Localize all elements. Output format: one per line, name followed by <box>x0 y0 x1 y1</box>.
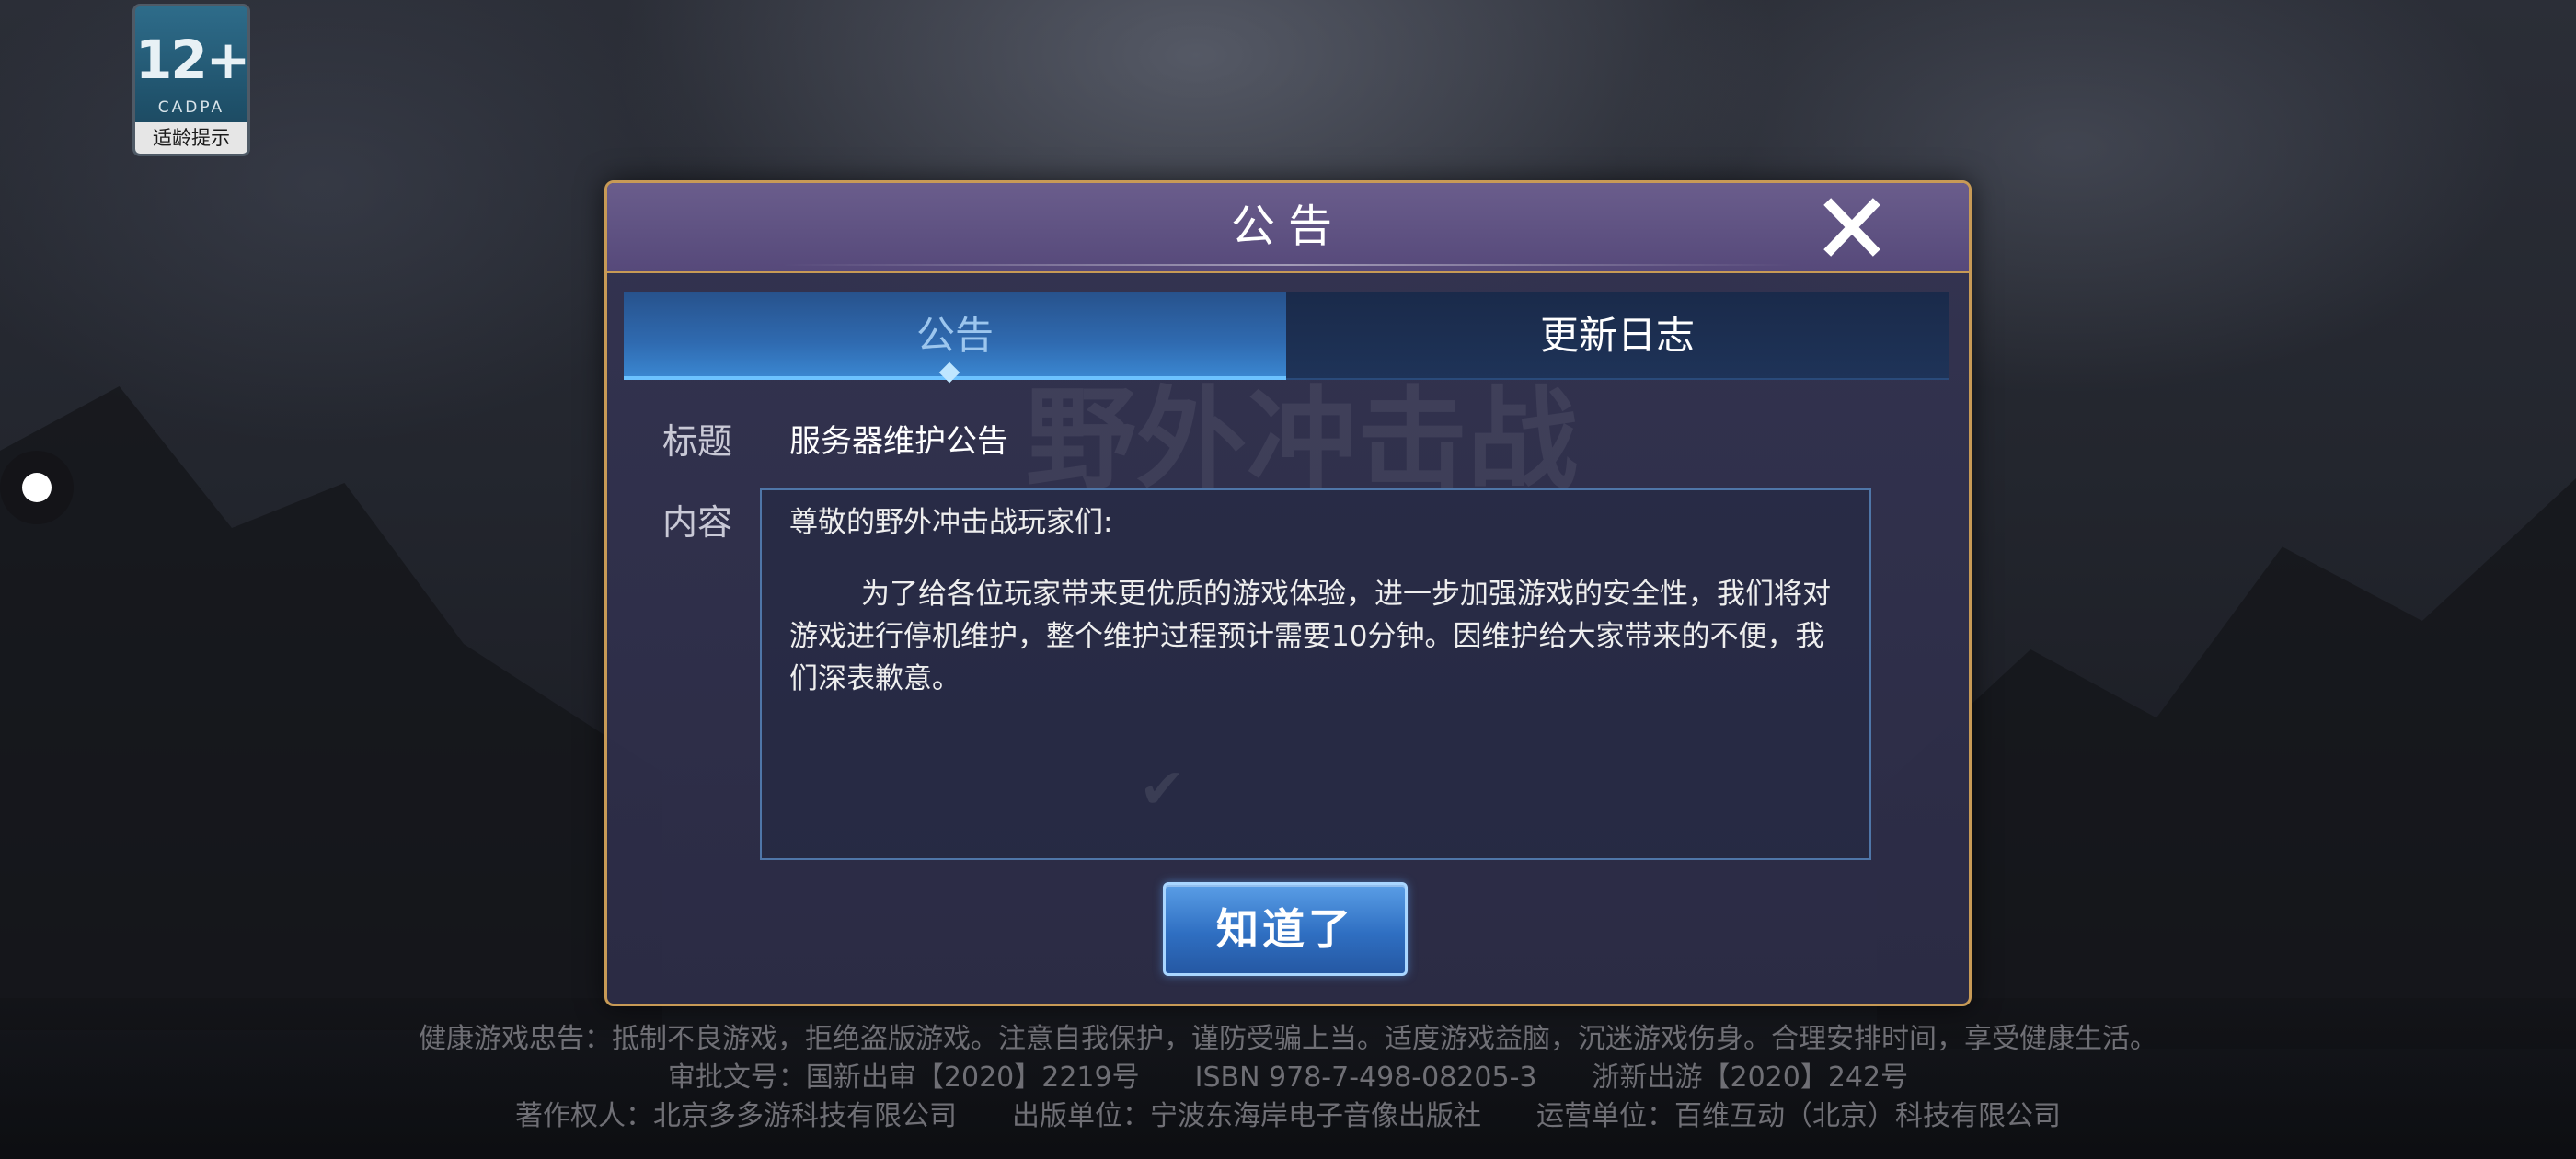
close-button[interactable] <box>1818 196 1886 260</box>
background-cliff-right <box>1877 478 2576 1049</box>
confirm-button[interactable]: 知道了 <box>1163 882 1408 976</box>
header-divider <box>782 264 1794 266</box>
tab-bar: 公告 更新日志 <box>624 292 1949 384</box>
health-warning-text: 健康游戏忠告：抵制不良游戏，拒绝盗版游戏。注意自我保护，谨防受骗上当。适度游戏益… <box>419 1023 2157 1055</box>
approval-number-text: 审批文号：国新出审【2020】2219号 ISBN 978-7-498-0820… <box>667 1061 1909 1094</box>
announcement-content-box[interactable]: ✔ 尊敬的野外冲击战玩家们: 为了给各位玩家带来更优质的游戏体验，进一步加强游戏… <box>760 488 1871 860</box>
content-greeting: 尊敬的野外冲击战玩家们: <box>789 506 1113 539</box>
tab-changelog-label: 更新日志 <box>1539 313 1695 358</box>
dialog-header: 公告 <box>607 183 1969 273</box>
close-x-icon <box>1823 198 1880 257</box>
dialog-title: 公告 <box>1230 201 1345 252</box>
announcement-dialog: 野外冲击战 公告 公告 更新日志 标题 服务器维护公告 内容 ✔ 尊敬的野外冲击… <box>604 180 1972 1006</box>
checkmark-watermark-icon: ✔ <box>1139 757 1186 821</box>
game-screen: 12+ CADPA 适龄提示 野外冲击战 公告 公告 更新日志 标题 服务器维护… <box>0 0 2576 1159</box>
tab-notice-label: 公告 <box>915 313 994 358</box>
tab-notice[interactable]: 公告 <box>624 292 1286 384</box>
announcement-title: 服务器维护公告 <box>789 423 1008 460</box>
background-cliff-left <box>0 386 662 1030</box>
age-rating-badge: 12+ CADPA 适龄提示 <box>132 4 250 156</box>
age-rating-number: 12+ <box>135 29 249 91</box>
active-tab-indicator <box>938 361 960 384</box>
floating-assistive-button[interactable] <box>0 451 74 524</box>
title-label: 标题 <box>662 421 733 462</box>
age-rating-org: CADPA <box>157 98 225 117</box>
tab-changelog[interactable]: 更新日志 <box>1286 292 1949 380</box>
copyright-text: 著作权人：北京多多游科技有限公司 出版单位：宁波东海岸电子音像出版社 运营单位：… <box>515 1100 2061 1132</box>
floating-dot-icon <box>22 473 52 502</box>
age-rating-tip: 适龄提示 <box>135 122 247 154</box>
content-body: 为了给各位玩家带来更优质的游戏体验，进一步加强游戏的安全性，我们将对游戏进行停机… <box>789 578 1831 695</box>
content-label: 内容 <box>662 502 733 543</box>
